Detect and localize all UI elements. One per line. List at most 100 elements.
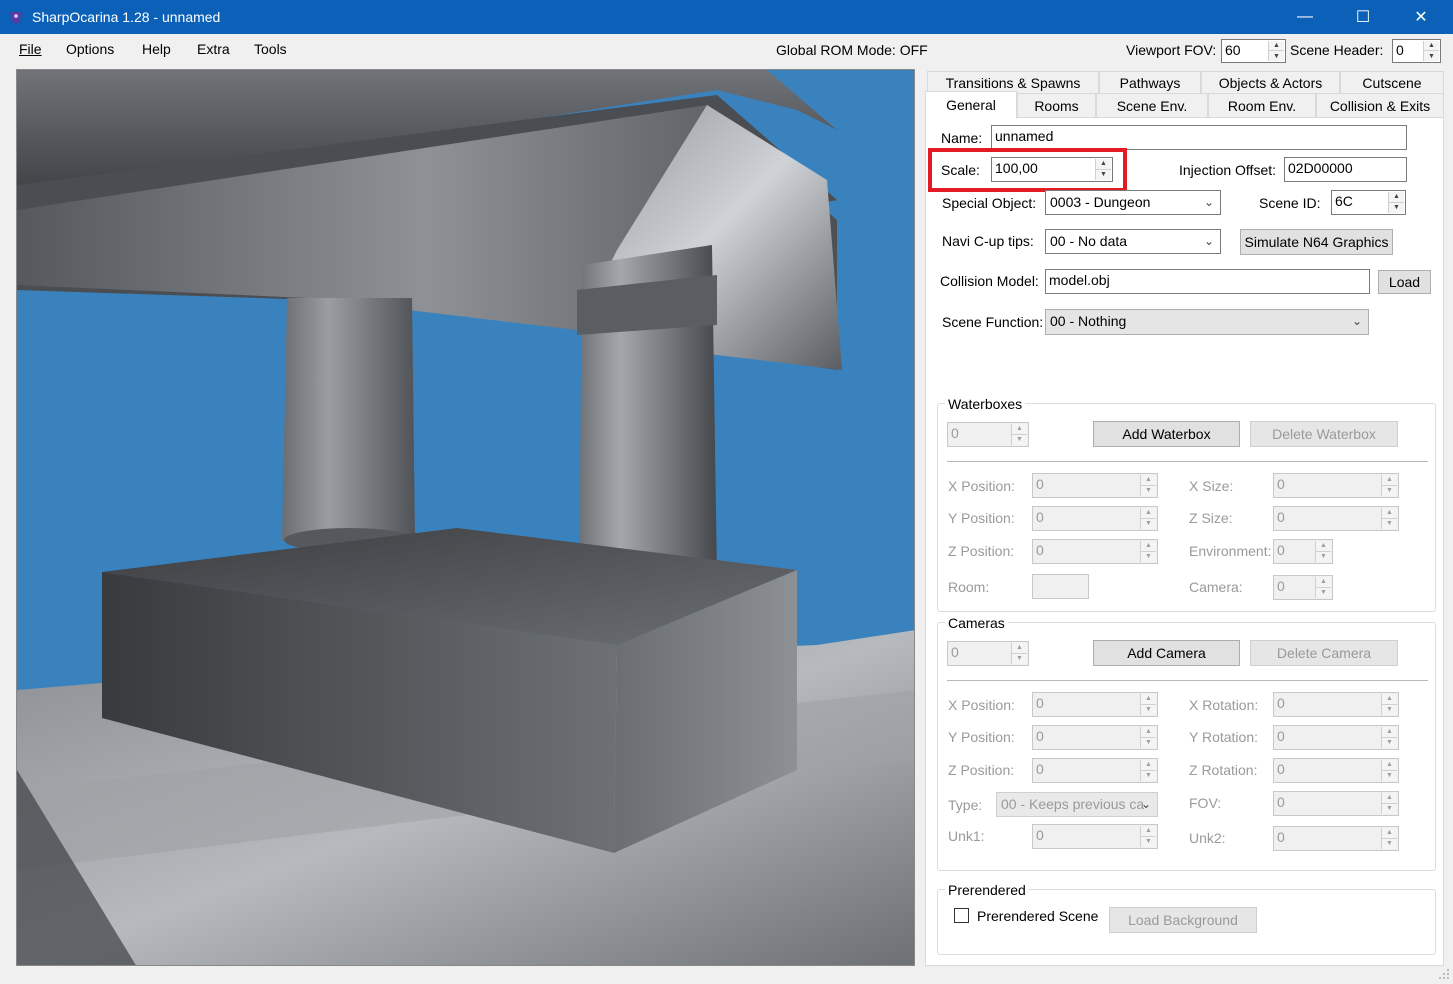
name-label: Name: xyxy=(941,130,983,146)
wb-x-size-label: X Size: xyxy=(1189,478,1234,494)
cameras-title: Cameras xyxy=(945,615,1008,631)
load-background-button[interactable]: Load Background xyxy=(1109,907,1257,933)
wb-x-position-label: X Position: xyxy=(948,478,1015,494)
cam-fov-label: FOV: xyxy=(1189,795,1222,811)
title-bar: SharpOcarina 1.28 - unnamed — ☐ ✕ xyxy=(0,0,1453,34)
chevron-down-icon: ⌄ xyxy=(1203,195,1214,209)
wb-room-label: Room: xyxy=(948,579,990,595)
tab-cutscene[interactable]: Cutscene xyxy=(1340,71,1444,93)
tab-pathways[interactable]: Pathways xyxy=(1099,71,1201,93)
cam-unk1-label: Unk1: xyxy=(948,828,985,844)
delete-camera-button[interactable]: Delete Camera xyxy=(1250,640,1398,666)
cam-type-dropdown[interactable]: 00 - Keeps previous ca ⌄ xyxy=(996,792,1158,817)
load-collision-model-button[interactable]: Load xyxy=(1378,270,1431,294)
wb-room-input[interactable] xyxy=(1032,574,1089,599)
window-title: SharpOcarina 1.28 - unnamed xyxy=(32,9,221,25)
wb-camera-label: Camera: xyxy=(1189,579,1243,595)
scene-function-dropdown[interactable]: 00 - Nothing ⌄ xyxy=(1045,309,1369,335)
cam-unk2-label: Unk2: xyxy=(1189,830,1226,846)
tab-general[interactable]: General xyxy=(925,91,1017,119)
cam-x-rotation-spinner[interactable]: 0 ▲ ▼ xyxy=(1273,692,1399,717)
add-camera-button[interactable]: Add Camera xyxy=(1093,640,1240,666)
injection-offset-input[interactable]: 02D00000 xyxy=(1284,157,1407,182)
injection-offset-label: Injection Offset: xyxy=(1179,162,1277,178)
waterboxes-title: Waterboxes xyxy=(945,396,1026,412)
tab-rooms[interactable]: Rooms xyxy=(1017,93,1096,117)
scene-header-label: Scene Header: xyxy=(1290,42,1384,58)
prerendered-checkbox-label[interactable]: Prerendered Scene xyxy=(977,908,1098,924)
chevron-down-icon: ⌄ xyxy=(1351,314,1362,328)
prerendered-checkbox[interactable] xyxy=(954,908,969,923)
prerendered-title: Prerendered xyxy=(945,882,1029,898)
scene-id-spinner[interactable]: 6C ▲ ▼ xyxy=(1331,190,1406,215)
add-waterbox-button[interactable]: Add Waterbox xyxy=(1093,421,1240,447)
collision-model-input[interactable]: model.obj xyxy=(1045,269,1370,294)
name-input[interactable]: unnamed xyxy=(991,125,1407,150)
wb-z-size-spinner[interactable]: 0 ▲ ▼ xyxy=(1273,506,1399,531)
rom-mode-status: Global ROM Mode: OFF xyxy=(776,42,928,58)
close-button[interactable]: ✕ xyxy=(1392,0,1450,34)
wb-x-size-spinner[interactable]: 0 ▲ ▼ xyxy=(1273,473,1399,498)
resize-grip-icon[interactable] xyxy=(1438,968,1450,980)
cam-z-rotation-spinner[interactable]: 0 ▲ ▼ xyxy=(1273,758,1399,783)
minimize-button[interactable]: — xyxy=(1276,0,1334,34)
special-object-dropdown[interactable]: 0003 - Dungeon ⌄ xyxy=(1045,190,1221,215)
wb-y-position-spinner[interactable]: 0 ▲ ▼ xyxy=(1032,506,1158,531)
scene-render xyxy=(17,70,914,965)
cam-y-rotation-spinner[interactable]: 0 ▲ ▼ xyxy=(1273,725,1399,750)
cam-z-position-spinner[interactable]: 0 ▲ ▼ xyxy=(1032,758,1158,783)
menu-options[interactable]: Options xyxy=(66,41,114,57)
collision-model-label: Collision Model: xyxy=(940,273,1039,289)
simulate-n64-graphics-button[interactable]: Simulate N64 Graphics xyxy=(1240,229,1393,255)
special-object-label: Special Object: xyxy=(942,195,1037,211)
cam-x-position-spinner[interactable]: 0 ▲ ▼ xyxy=(1032,692,1158,717)
delete-waterbox-button[interactable]: Delete Waterbox xyxy=(1250,421,1398,447)
waterbox-index-spinner[interactable]: 0 ▲ ▼ xyxy=(947,422,1029,447)
scene-function-label: Scene Function: xyxy=(942,314,1044,330)
scene-id-label: Scene ID: xyxy=(1259,195,1321,211)
waterboxes-separator xyxy=(947,461,1428,463)
cam-x-rotation-label: X Rotation: xyxy=(1189,697,1259,713)
viewport-fov-spinner[interactable]: 60 ▲ ▼ xyxy=(1221,39,1286,63)
cameras-separator xyxy=(947,680,1428,682)
cam-fov-spinner[interactable]: 0 ▲ ▼ xyxy=(1273,791,1399,816)
wb-z-position-label: Z Position: xyxy=(948,543,1015,559)
chevron-down-icon: ⌄ xyxy=(1203,234,1214,248)
cam-y-position-label: Y Position: xyxy=(948,729,1015,745)
navi-tips-label: Navi C-up tips: xyxy=(942,233,1034,249)
app-icon xyxy=(10,12,22,23)
tab-scene-env[interactable]: Scene Env. xyxy=(1096,93,1208,117)
cam-z-position-label: Z Position: xyxy=(948,762,1015,778)
cam-y-position-spinner[interactable]: 0 ▲ ▼ xyxy=(1032,725,1158,750)
cam-y-rotation-label: Y Rotation: xyxy=(1189,729,1259,745)
wb-environment-label: Environment: xyxy=(1189,543,1272,559)
tab-room-env[interactable]: Room Env. xyxy=(1208,93,1316,117)
scene-header-spinner[interactable]: 0 ▲ ▼ xyxy=(1392,39,1441,63)
wb-x-position-spinner[interactable]: 0 ▲ ▼ xyxy=(1032,473,1158,498)
cam-unk1-spinner[interactable]: 0 ▲ ▼ xyxy=(1032,824,1158,849)
menu-bar: File Options Help Extra Tools Global ROM… xyxy=(0,34,1453,66)
cam-z-rotation-label: Z Rotation: xyxy=(1189,762,1258,778)
scale-label: Scale: xyxy=(941,162,980,178)
cam-unk2-spinner[interactable]: 0 ▲ ▼ xyxy=(1273,826,1399,851)
tab-objects-actors[interactable]: Objects & Actors xyxy=(1201,71,1340,93)
cam-x-position-label: X Position: xyxy=(948,697,1015,713)
tab-collision-exits[interactable]: Collision & Exits xyxy=(1316,93,1444,117)
tab-transitions-spawns[interactable]: Transitions & Spawns xyxy=(927,71,1099,93)
maximize-button[interactable]: ☐ xyxy=(1334,0,1392,34)
wb-z-position-spinner[interactable]: 0 ▲ ▼ xyxy=(1032,539,1158,564)
menu-file[interactable]: File xyxy=(19,41,42,57)
chevron-down-icon: ⌄ xyxy=(1140,797,1151,811)
viewport-fov-label: Viewport FOV: xyxy=(1126,42,1217,58)
wb-camera-spinner[interactable]: 0 ▲ ▼ xyxy=(1273,575,1333,600)
wb-z-size-label: Z Size: xyxy=(1189,510,1233,526)
navi-tips-dropdown[interactable]: 00 - No data ⌄ xyxy=(1045,229,1221,254)
viewport-3d[interactable] xyxy=(16,69,915,966)
menu-extra[interactable]: Extra xyxy=(197,41,230,57)
camera-index-spinner[interactable]: 0 ▲ ▼ xyxy=(947,641,1029,666)
menu-tools[interactable]: Tools xyxy=(254,41,287,57)
menu-help[interactable]: Help xyxy=(142,41,171,57)
wb-environment-spinner[interactable]: 0 ▲ ▼ xyxy=(1273,539,1333,564)
wb-y-position-label: Y Position: xyxy=(948,510,1015,526)
scale-spinner[interactable]: 100,00 ▲ ▼ xyxy=(991,157,1113,182)
